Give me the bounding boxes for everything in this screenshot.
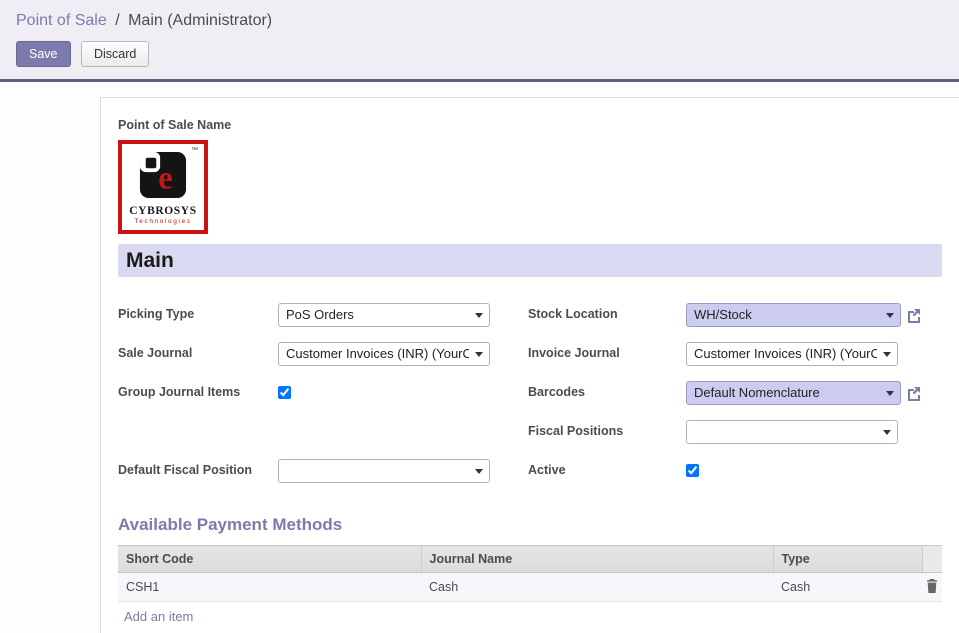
cell-type[interactable]: Cash [773,573,922,602]
stock-location-label: Stock Location [528,303,686,321]
column-header-journal-name[interactable]: Journal Name [421,546,773,573]
pos-name-label: Point of Sale Name [118,118,941,132]
logo-brand-text: CYBROSYS [129,205,196,217]
table-row[interactable]: CSH1 Cash Cash [118,573,942,602]
chevron-down-icon [883,430,891,435]
column-header-type[interactable]: Type [773,546,922,573]
default-fiscal-position-select[interactable] [278,459,490,483]
action-buttons: Save Discard [16,41,943,67]
save-button[interactable]: Save [16,41,71,67]
table-header-row: Short Code Journal Name Type [118,546,942,573]
stock-location-value: WH/Stock [694,307,880,322]
stock-location-field: WH/Stock [686,303,941,327]
invoice-journal-label: Invoice Journal [528,342,686,360]
active-label: Active [528,459,686,477]
trademark-symbol: ™ [191,147,198,154]
cell-short-code[interactable]: CSH1 [118,573,421,602]
chevron-down-icon [475,313,483,318]
cell-journal-name[interactable]: Cash [421,573,773,602]
breadcrumb: Point of Sale / Main (Administrator) [16,12,943,30]
barcodes-label: Barcodes [528,381,686,399]
column-header-delete [922,546,942,573]
sale-journal-select[interactable]: Customer Invoices (INR) (YourC [278,342,490,366]
settings-form: Picking Type PoS Orders Stock Location W… [118,303,941,483]
breadcrumb-current: Main (Administrator) [128,12,272,29]
external-link-icon[interactable] [906,308,921,323]
barcodes-field: Default Nomenclature [686,381,941,405]
chevron-down-icon [886,313,894,318]
pos-name-input[interactable]: Main [118,244,942,277]
chevron-down-icon [883,352,891,357]
payment-methods-table: Short Code Journal Name Type CSH1 Cash C… [118,545,942,602]
barcodes-input[interactable]: Default Nomenclature [686,381,901,405]
logo-subtitle-text: Technologies [134,218,191,225]
chevron-down-icon [475,352,483,357]
column-header-short-code[interactable]: Short Code [118,546,421,573]
active-checkbox[interactable] [686,464,699,477]
invoice-journal-value: Customer Invoices (INR) (YourCo [694,346,877,361]
external-link-icon[interactable] [906,386,921,401]
invoice-journal-select[interactable]: Customer Invoices (INR) (YourCo [686,342,898,366]
sale-journal-label: Sale Journal [118,342,278,360]
fiscal-positions-label: Fiscal Positions [528,420,686,438]
add-an-item-link[interactable]: Add an item [124,609,193,624]
sale-journal-value: Customer Invoices (INR) (YourC [286,346,469,361]
fiscal-positions-select[interactable] [686,420,898,444]
chevron-down-icon [475,469,483,474]
breadcrumb-point-of-sale[interactable]: Point of Sale [16,12,107,29]
chevron-down-icon [886,391,894,396]
control-panel: Point of Sale / Main (Administrator) Sav… [0,0,959,82]
barcodes-value: Default Nomenclature [694,385,880,400]
active-field [686,459,941,482]
default-fiscal-position-label: Default Fiscal Position [118,459,278,477]
picking-type-value: PoS Orders [286,307,469,322]
main-content: Point of Sale Name ™ e CYBROSYS Technolo… [0,82,959,633]
form-sheet: Point of Sale Name ™ e CYBROSYS Technolo… [100,97,959,633]
stock-location-input[interactable]: WH/Stock [686,303,901,327]
group-journal-items-checkbox[interactable] [278,386,291,399]
group-journal-items-label: Group Journal Items [118,381,278,399]
group-journal-items-field [278,381,490,404]
svg-text:e: e [158,160,172,196]
cybrosys-logo-mark-icon: e [139,151,187,199]
breadcrumb-separator: / [115,12,119,29]
payment-methods-heading: Available Payment Methods [118,515,941,535]
pos-logo-image[interactable]: ™ e CYBROSYS Technologies [118,140,208,234]
picking-type-label: Picking Type [118,303,278,321]
picking-type-select[interactable]: PoS Orders [278,303,490,327]
cell-delete [922,573,942,602]
trash-icon[interactable] [926,579,938,593]
discard-button[interactable]: Discard [81,41,149,67]
